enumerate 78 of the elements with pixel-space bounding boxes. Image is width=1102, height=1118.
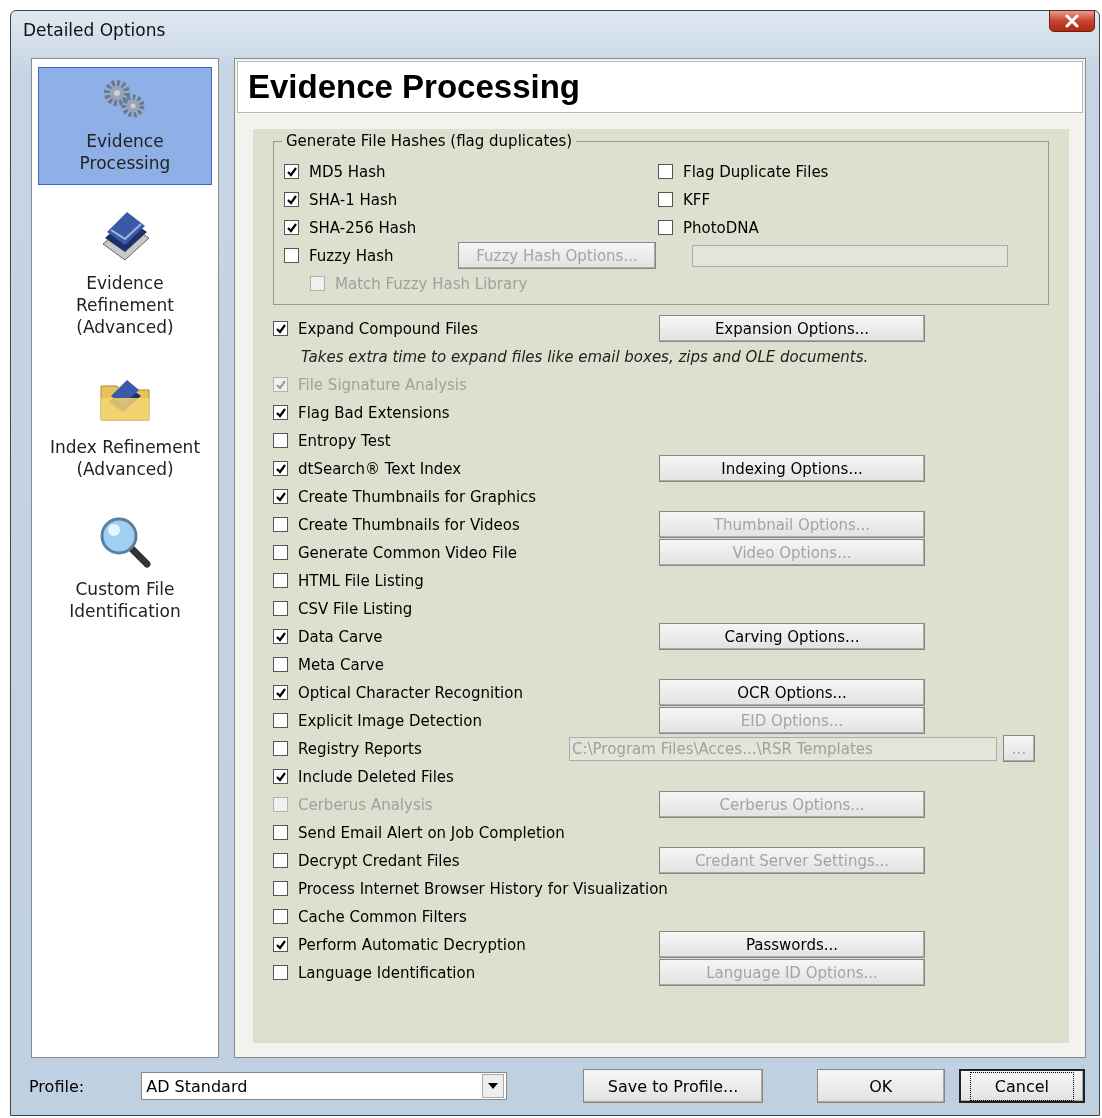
checkbox-label: KFF [683, 190, 711, 209]
options-button[interactable]: OCR Options... [659, 679, 925, 707]
sidebar-item-label: Evidence Processing [79, 129, 171, 174]
checkbox[interactable] [273, 573, 288, 589]
checkbox-option[interactable]: CSV File Listing [273, 599, 413, 618]
checkbox[interactable] [273, 489, 288, 505]
checkbox[interactable] [284, 192, 299, 208]
checkbox-label: Fuzzy Hash [309, 246, 394, 265]
checkbox-label: MD5 Hash [309, 162, 386, 181]
checkbox-option[interactable]: Registry Reports [273, 739, 422, 758]
checkbox[interactable] [273, 657, 288, 673]
checkbox-label: Entropy Test [298, 431, 391, 450]
checkbox-label: Data Carve [298, 627, 383, 646]
checkbox[interactable] [273, 909, 288, 925]
checkbox[interactable] [273, 937, 288, 953]
checkbox[interactable] [273, 713, 288, 729]
options-button[interactable]: Passwords... [659, 931, 925, 959]
checkbox[interactable] [284, 164, 299, 180]
checkbox[interactable] [273, 433, 288, 449]
checkbox-label: SHA-256 Hash [309, 218, 417, 237]
checkbox[interactable] [273, 545, 288, 561]
sidebar-item-label: Index Refinement (Advanced) [49, 435, 201, 480]
sidebar-item[interactable]: Evidence Processing [38, 66, 212, 185]
checkbox[interactable] [284, 220, 299, 236]
options-button[interactable]: Expansion Options... [659, 315, 925, 343]
dialog-button[interactable]: Save to Profile... [583, 1069, 763, 1104]
checkbox-option[interactable]: Data Carve [273, 627, 383, 646]
checkbox-label: Cerberus Analysis [298, 795, 433, 814]
checkbox-option[interactable]: KFF [658, 190, 711, 209]
checkbox[interactable] [273, 517, 288, 533]
sidebar-item-label: Evidence Refinement (Advanced) [76, 271, 174, 338]
checkbox[interactable] [284, 248, 299, 264]
options-button[interactable]: Indexing Options... [659, 455, 925, 483]
close-icon [1064, 14, 1080, 29]
checkbox[interactable] [273, 601, 288, 617]
checkbox-option[interactable]: HTML File Listing [273, 571, 424, 590]
group-title: Generate File Hashes (flag duplicates) [282, 131, 577, 150]
checkbox-option[interactable]: MD5 Hash [284, 162, 386, 181]
checkbox[interactable] [273, 825, 288, 841]
checkbox[interactable] [273, 629, 288, 645]
sidebar-item[interactable]: Evidence Refinement (Advanced) [38, 198, 212, 349]
checkbox-label: Registry Reports [298, 739, 422, 758]
checkbox[interactable] [658, 220, 673, 236]
checkbox-option[interactable]: Meta Carve [273, 655, 384, 674]
dialog-button[interactable]: Cancel [958, 1069, 1085, 1104]
checkbox[interactable] [658, 192, 673, 208]
profile-label: Profile: [29, 1076, 86, 1096]
hint-text: Takes extra time to expand files like email boxes, zips and OLE documents. [300, 346, 870, 368]
checkbox[interactable] [273, 853, 288, 869]
checkbox-label: SHA-1 Hash [309, 190, 398, 209]
checkbox-label: CSV File Listing [298, 599, 413, 618]
checkbox[interactable] [273, 769, 288, 785]
checkbox[interactable] [658, 164, 673, 180]
checkbox[interactable] [273, 741, 288, 757]
dropdown-arrow-icon [488, 1083, 499, 1090]
checkbox-option[interactable]: Entropy Test [273, 431, 391, 450]
checkbox[interactable] [273, 405, 288, 421]
close-button[interactable] [1049, 10, 1095, 33]
checkbox[interactable] [273, 685, 288, 701]
checkbox-label: HTML File Listing [298, 571, 424, 590]
checkbox-option[interactable]: Fuzzy Hash [284, 246, 394, 265]
checkbox[interactable] [273, 321, 288, 337]
sidebar-item[interactable]: Custom File Identification [38, 504, 212, 633]
checkbox[interactable] [273, 461, 288, 477]
checkbox-option[interactable]: SHA-1 Hash [284, 190, 398, 209]
dialog-button[interactable]: OK [816, 1069, 945, 1104]
checkbox-option[interactable]: PhotoDNA [658, 218, 759, 237]
page-heading: Evidence Processing [237, 60, 1083, 113]
options-button[interactable]: Carving Options... [659, 623, 925, 651]
checkbox[interactable] [273, 965, 288, 981]
sidebar-item[interactable]: Index Refinement (Advanced) [38, 362, 212, 491]
sidebar-item-label: Custom File Identification [69, 577, 181, 622]
checkbox-label: Meta Carve [298, 655, 384, 674]
profile-dropdown[interactable]: AD Standard [141, 1072, 508, 1101]
checkbox[interactable] [273, 881, 288, 897]
checkbox-option[interactable]: SHA-256 Hash [284, 218, 417, 237]
window-title: Detailed Options [23, 20, 166, 41]
checkbox-label: PhotoDNA [683, 218, 759, 237]
